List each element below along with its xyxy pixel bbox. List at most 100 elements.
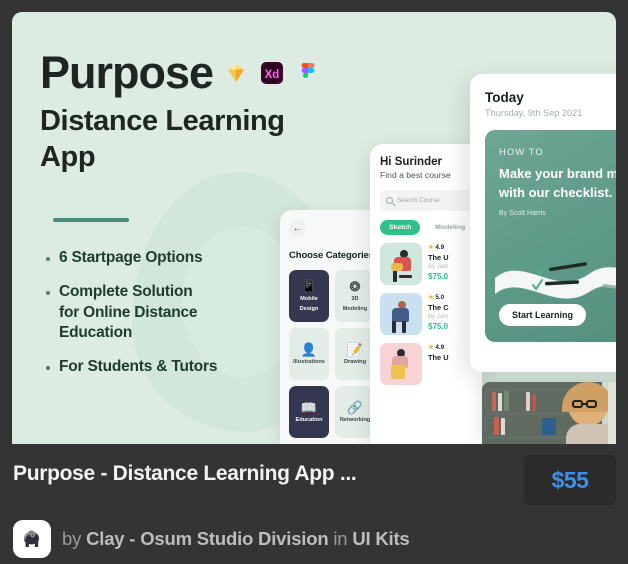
category-label: Drawing — [343, 358, 367, 365]
howto-kicker: HOW TO — [499, 146, 544, 157]
person-illustration-icon: 👤 — [300, 341, 318, 357]
sketch-icon — [223, 60, 249, 86]
category-drawing[interactable]: 📝 Drawing — [335, 328, 375, 380]
checklist-paper-illustration — [495, 262, 616, 299]
network-icon: 🔗 — [346, 399, 364, 415]
course-thumbnail — [380, 243, 422, 285]
course-rating: ★ 4.9 — [428, 344, 449, 351]
rating-value: 5.0 — [435, 294, 445, 301]
byline-category[interactable]: UI Kits — [352, 528, 409, 549]
star-icon: ★ — [428, 244, 434, 251]
mockup-courses-screen: Hi Surinder Find a best course Search Co… — [370, 144, 482, 444]
back-arrow-icon[interactable]: ← — [289, 220, 306, 237]
filter-pill-modeling[interactable]: Modeling — [426, 220, 474, 235]
howto-headline-line2: with our checklist. — [499, 185, 613, 201]
categories-title: Choose Categories — [289, 250, 374, 261]
list-item[interactable]: ★ 5.0 The C By Jam $75.0 — [380, 293, 472, 335]
course-meta: ★ 4.9 The U — [428, 343, 449, 362]
course-thumbnail — [380, 293, 422, 335]
feature-text: Complete Solution for Online Distance Ed… — [59, 282, 198, 344]
byline: by Clay - Osum Studio Division in UI Kit… — [13, 520, 410, 558]
product-footer: Purpose - Distance Learning App ... $55 … — [0, 444, 628, 564]
hero-preview-image[interactable]: Purpose Xd Distance Learning App 6 Start… — [12, 12, 616, 444]
bullet-dot-icon — [46, 290, 50, 295]
greeting-subtitle: Find a best course — [380, 170, 451, 180]
search-input[interactable]: Search Course — [380, 190, 472, 211]
course-thumbnail — [380, 343, 422, 385]
feature-text-line: Complete Solution — [59, 282, 193, 300]
greeting-text: Hi Surinder — [380, 156, 442, 168]
svg-text:Xd: Xd — [265, 69, 280, 81]
category-networking[interactable]: 🔗 Networking — [335, 386, 375, 438]
list-item: Complete Solution for Online Distance Ed… — [46, 282, 276, 344]
hero-subtitle-line2: App — [40, 141, 96, 174]
byline-by-label: by — [62, 528, 82, 549]
avatar[interactable] — [13, 520, 51, 558]
figma-icon — [295, 60, 321, 86]
category-label-2: Design — [299, 305, 319, 312]
today-title: Today — [485, 90, 524, 105]
list-item[interactable]: ★ 4.9 The U By Jam $75.0 — [380, 243, 472, 285]
hero-subtitle-line1: Distance Learning — [40, 105, 285, 137]
mockup-today-screen: Today Thursday, 9th Sep 2021 HOW TO Make… — [470, 74, 616, 372]
start-learning-button[interactable]: Start Learning — [499, 304, 587, 326]
list-item[interactable]: ★ 4.9 The U — [380, 343, 472, 385]
course-title: The U — [428, 253, 449, 262]
category-label: Illustrations — [293, 358, 325, 365]
byline-in-label: in — [333, 528, 348, 549]
list-item: For Students & Tutors — [46, 357, 276, 378]
course-rating: ★ 4.9 — [428, 244, 449, 251]
category-label: Education — [295, 416, 323, 423]
feature-text-line: Education — [59, 324, 133, 342]
category-label: Mobile — [300, 295, 318, 302]
search-placeholder: Search Course — [397, 197, 440, 204]
bullet-dot-icon — [46, 366, 50, 371]
rating-value: 4.9 — [435, 344, 445, 351]
filter-pills: Sketch Modeling — [380, 220, 472, 235]
categories-grid: 📱 Mobile Design ❂ 3D Modeling 👤 Illustra… — [289, 270, 375, 438]
price-value: $55 — [551, 466, 589, 493]
adobe-xd-icon: Xd — [259, 60, 285, 86]
feature-text: For Students & Tutors — [59, 358, 218, 376]
filter-pill-sketch[interactable]: Sketch — [380, 220, 421, 235]
price-badge[interactable]: $55 — [524, 455, 616, 505]
course-meta: ★ 5.0 The C By Jam $75.0 — [428, 293, 449, 331]
category-illustrations[interactable]: 👤 Illustrations — [289, 328, 329, 380]
howto-card[interactable]: HOW TO Make your brand more with our che… — [485, 130, 616, 342]
category-label: 3D — [351, 295, 359, 302]
course-price: $75.0 — [428, 272, 449, 281]
category-3d-modeling[interactable]: ❂ 3D Modeling — [335, 270, 375, 322]
bullet-dot-icon — [46, 257, 50, 261]
3d-shape-icon: ❂ — [349, 278, 361, 294]
list-item: 6 Startpage Options — [46, 248, 276, 269]
smartphone-icon: 📱 — [300, 278, 318, 294]
star-icon: ★ — [428, 344, 434, 351]
category-education[interactable]: 📖 Education — [289, 386, 329, 438]
today-date: Thursday, 9th Sep 2021 — [485, 108, 583, 118]
mockup-categories-screen: ← Choose Categories 📱 Mobile Design ❂ 3D… — [280, 210, 384, 444]
byline-author[interactable]: Clay - Osum Studio Division — [86, 528, 329, 549]
byline-text: by Clay - Osum Studio Division in UI Kit… — [62, 528, 410, 550]
hero-feature-list: 6 Startpage Options Complete Solution fo… — [46, 248, 276, 391]
course-title: The C — [428, 303, 449, 312]
hero-title-main: Purpose — [40, 47, 214, 98]
product-card[interactable]: Purpose Xd Distance Learning App 6 Start… — [0, 0, 628, 564]
course-meta: ★ 4.9 The U By Jam $75.0 — [428, 243, 449, 281]
star-icon: ★ — [428, 294, 434, 301]
course-title: The U — [428, 353, 449, 362]
howto-author: By Scott Harris — [499, 210, 546, 218]
course-rating: ★ 5.0 — [428, 294, 449, 301]
course-author: By Jam — [428, 314, 449, 320]
elephant-logo-icon — [24, 530, 39, 547]
hero-headline: Purpose Xd Distance Learning App — [40, 50, 370, 176]
category-mobile-design[interactable]: 📱 Mobile Design — [289, 270, 329, 322]
student-photo — [482, 382, 616, 444]
course-author: By Jam — [428, 264, 449, 270]
search-icon — [386, 197, 393, 204]
category-label-2: Modeling — [342, 305, 368, 312]
book-icon: 📖 — [300, 399, 318, 415]
pencil-paper-icon: 📝 — [346, 341, 364, 357]
hero-divider-rule — [53, 218, 129, 222]
feature-text-line: for Online Distance — [59, 303, 198, 321]
page-title[interactable]: Purpose - Distance Learning App ... — [13, 462, 483, 486]
